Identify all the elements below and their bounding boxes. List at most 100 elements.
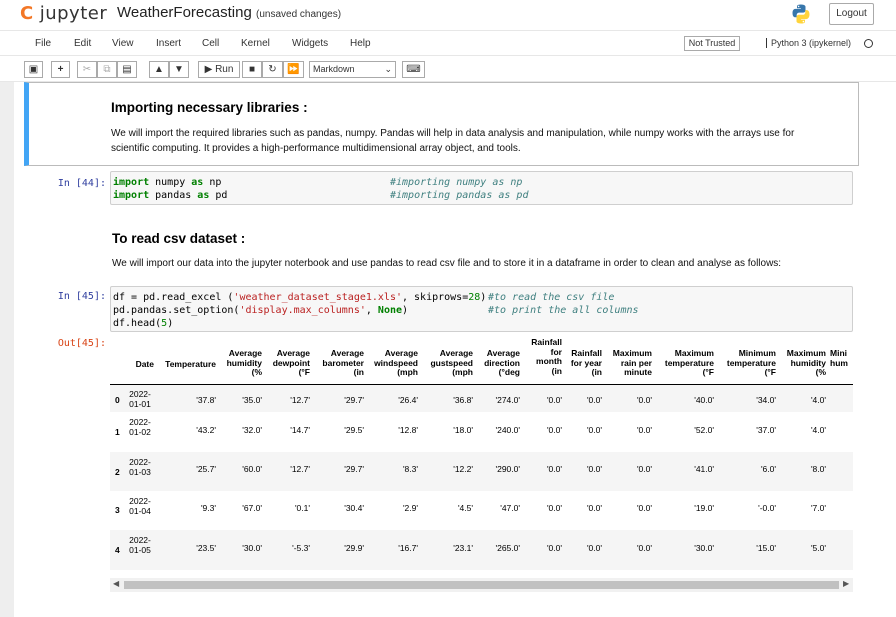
table-cell: '25.7' [196,464,216,474]
row-index: 0 [115,395,120,405]
table-cell: '12.8' [398,425,418,435]
cell-text-line: scientific computing. It provides a high… [111,143,521,154]
fast-forward-icon: ⏩ [287,64,300,75]
column-header: Date [135,359,154,369]
code-line: import pandas as pd #importing pandas as… [113,189,852,202]
menu-file[interactable]: File [35,38,51,49]
table-cell: '30.0' [242,543,262,553]
code-line: import numpy as np #importing numpy as n… [113,176,852,189]
code-token: ) [402,305,409,316]
menu-cell[interactable]: Cell [202,38,219,49]
date-cell: 2022-01-05 [129,535,151,555]
menu-widgets[interactable]: Widgets [292,38,328,49]
move-up-button[interactable]: ▲ [149,61,169,78]
arrow-down-icon: ▼ [174,64,184,75]
table-cell: '0.0' [636,425,652,435]
horizontal-scrollbar[interactable]: ◀ ▶ [110,578,853,592]
menu-view[interactable]: View [112,38,134,49]
code-token: as [197,190,210,201]
code-string: 'display.max_columns' [239,305,366,316]
command-palette-button[interactable]: ⌨ [402,61,425,78]
keyboard-icon: ⌨ [406,64,421,75]
logout-button[interactable]: Logout [829,3,874,25]
table-cell: '30.4' [344,503,364,513]
table-cell: '5.0' [810,543,826,553]
restart-icon: ↻ [268,64,277,75]
table-cell: '52.0' [694,425,714,435]
code-line: pd.pandas.set_option('display.max_column… [113,304,852,317]
code-comment: #importing numpy as np [390,177,523,188]
save-icon: ▣ [28,64,39,75]
paste-button[interactable]: ▤ [117,61,137,78]
cell-type-select[interactable]: Markdown ⌄ [309,61,396,78]
cut-button[interactable]: ✂ [77,61,97,78]
menu-kernel[interactable]: Kernel [241,38,270,49]
column-header: Rainfall for month (in [531,338,562,376]
restart-button[interactable]: ↻ [262,61,283,78]
table-cell: '60.0' [242,464,262,474]
code-cell-input[interactable]: import numpy as np #importing numpy as n… [110,171,853,205]
code-token: , [365,305,378,316]
interrupt-button[interactable]: ■ [242,61,262,78]
table-cell: '23.5' [196,543,216,553]
jupyter-logo-icon: C [20,3,34,24]
table-cell: '0.0' [636,464,652,474]
column-header: Maximum temperature (°F [664,348,714,377]
save-status: (unsaved changes) [256,9,342,20]
scroll-left-icon[interactable]: ◀ [113,579,119,588]
table-cell: '18.0' [453,425,473,435]
table-cell: '0.0' [636,395,652,405]
table-cell: '32.0' [242,425,262,435]
menu-insert[interactable]: Insert [156,38,181,49]
table-cell: '37.8' [196,395,216,405]
row-index: 4 [115,545,120,555]
run-button[interactable]: ▶ Run [198,61,240,78]
markdown-cell-selected[interactable]: Importing necessary libraries : We will … [24,82,859,166]
stop-icon: ■ [248,64,256,75]
code-token: pd.pandas.set_option( [113,305,240,316]
table-cell: '0.1' [294,503,310,513]
column-header: Mini hum [830,348,848,368]
code-keyword: None [377,305,403,316]
table-cell: '0.0' [586,503,602,513]
table-cell: '37.0' [756,425,776,435]
menu-help[interactable]: Help [350,38,371,49]
table-cell: '12.2' [453,464,473,474]
notebook-name[interactable]: WeatherForecasting [117,4,252,21]
arrow-up-icon: ▲ [154,64,164,75]
column-header: Average humidity (% [226,348,262,377]
trusted-button[interactable]: Not Trusted [684,36,740,51]
code-token: , skiprows= [402,292,469,303]
table-cell: '29.7' [344,464,364,474]
menu-edit[interactable]: Edit [74,38,91,49]
scrollbar-thumb[interactable] [124,581,839,589]
toolbar: ▣ + ✂ ⧉ ▤ ▲ ▼ ▶ Run ■ ↻ ⏩ Markdown ⌄ ⌨ [0,56,896,82]
output-prompt: Out[45]: [57,338,106,349]
column-header: Average barometer (in [322,348,364,377]
code-cell-input[interactable]: df = pd.read_excel ('weather_dataset_sta… [110,286,853,332]
date-cell: 2022-01-03 [129,457,151,477]
code-token: as [191,177,204,188]
table-cell: '0.0' [586,395,602,405]
table-cell: '16.7' [398,543,418,553]
code-token: ) [167,318,174,329]
save-button[interactable]: ▣ [24,61,43,78]
code-number: 28 [468,292,481,303]
input-prompt: In [44]: [57,178,106,189]
code-comment: #to print the all columns [488,305,639,316]
copy-button[interactable]: ⧉ [97,61,117,78]
table-cell: '34.0' [756,395,776,405]
table-cell: '12.7' [290,464,310,474]
code-token: import [113,190,150,201]
kernel-name[interactable]: Python 3 (ipykernel) [766,38,851,48]
column-header: Minimum temperature (°F [726,348,776,377]
table-cell: '29.5' [344,425,364,435]
scroll-right-icon[interactable]: ▶ [843,579,849,588]
table-cell: '0.0' [586,543,602,553]
table-cell: '9.3' [200,503,216,513]
table-cell: '6.0' [760,464,776,474]
insert-cell-button[interactable]: + [51,61,70,78]
jupyter-logo[interactable]: Cjupyter [20,3,107,24]
restart-run-all-button[interactable]: ⏩ [283,61,304,78]
move-down-button[interactable]: ▼ [169,61,189,78]
